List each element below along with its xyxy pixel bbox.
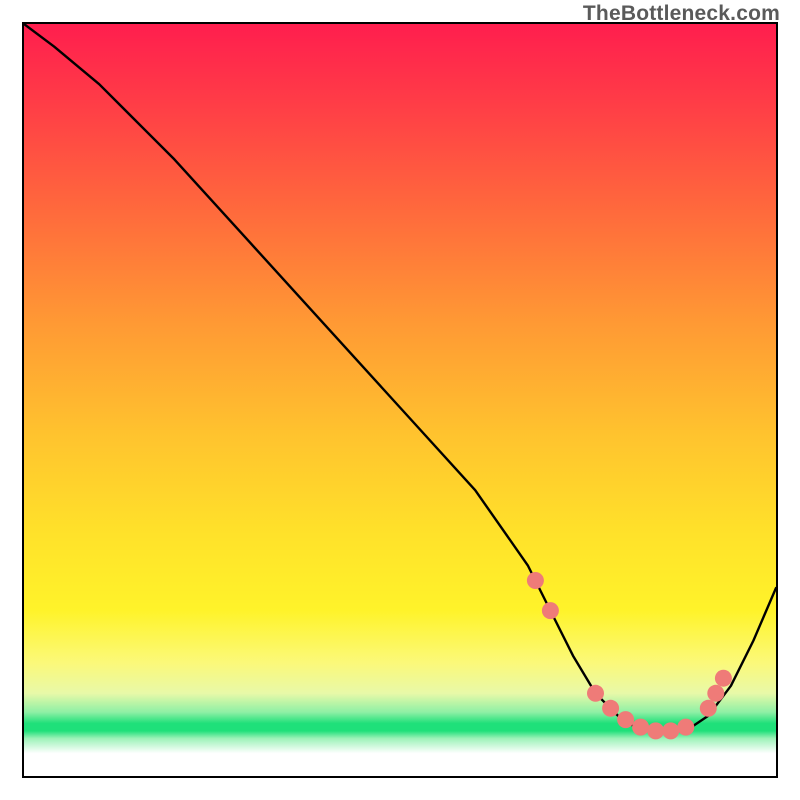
bottleneck-curve xyxy=(24,24,776,731)
highlight-dot xyxy=(632,719,649,736)
highlight-dot xyxy=(662,722,679,739)
chart-stage: TheBottleneck.com xyxy=(0,0,800,800)
highlight-dot xyxy=(715,670,732,687)
curve-layer xyxy=(24,24,776,776)
highlight-dot xyxy=(602,700,619,717)
highlight-dot xyxy=(617,711,634,728)
highlight-dot xyxy=(587,685,604,702)
highlight-dot xyxy=(707,685,724,702)
highlight-dot xyxy=(677,719,694,736)
highlight-dots xyxy=(527,572,732,739)
highlight-dot xyxy=(700,700,717,717)
plot-area xyxy=(22,22,778,778)
highlight-dot xyxy=(527,572,544,589)
highlight-dot xyxy=(647,722,664,739)
highlight-dot xyxy=(542,602,559,619)
